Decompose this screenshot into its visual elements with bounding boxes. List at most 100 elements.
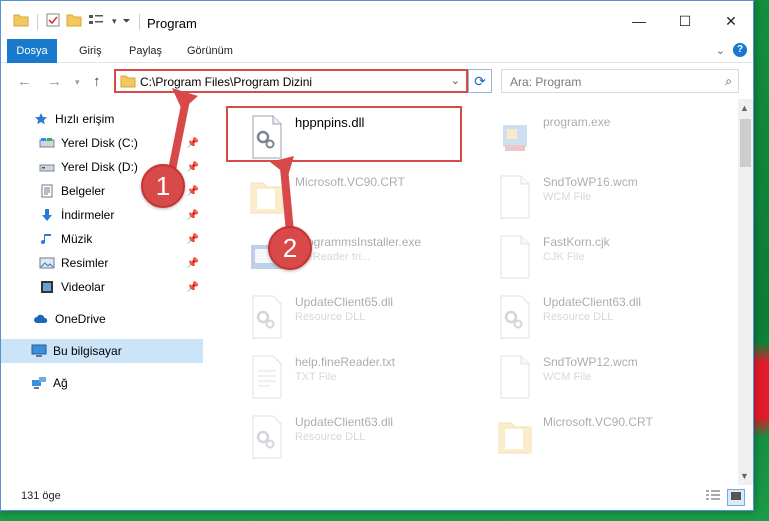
sidebar-item-pictures[interactable]: Resimler 📌 [1, 251, 203, 275]
video-icon [39, 279, 55, 295]
file-name: UpdateClient63.dll [295, 415, 394, 429]
recent-locations-icon[interactable]: ▾ [75, 77, 80, 88]
sidebar-item-downloads[interactable]: İndirmeler 📌 [1, 203, 203, 227]
file-name: SndToWP12.wcm [543, 355, 638, 369]
address-path[interactable]: C:\Program Files\Program Dizini [140, 75, 312, 89]
chevron-down-icon[interactable]: ⌄ [451, 74, 460, 87]
folder-icon [120, 74, 136, 91]
sidebar-item-label: Müzik [61, 232, 93, 246]
pin-icon[interactable]: 📌 [187, 210, 199, 221]
pin-icon[interactable]: 📌 [187, 138, 199, 149]
item-count: 131 öge [21, 490, 61, 502]
folder-icon[interactable] [13, 13, 29, 30]
properties-icon[interactable] [46, 13, 60, 30]
maximize-button[interactable]: ☐ [663, 7, 707, 35]
customize-toolbar-icon[interactable]: ⏷ [123, 16, 131, 27]
dll-gear-icon [249, 295, 285, 339]
sidebar-item-music[interactable]: Müzik 📌 [1, 227, 203, 251]
file-type: WCM File [543, 191, 592, 203]
file-item-updateclient63-b[interactable]: UpdateClient63.dll Resource DLL [227, 407, 467, 463]
sidebar-item-label: İndirmeler [61, 208, 115, 222]
vertical-scrollbar[interactable]: ▲ ▼ [738, 99, 753, 485]
sidebar-item-disk-c[interactable]: Yerel Disk (C:) 📌 [1, 131, 203, 155]
toolbar-separator [138, 13, 140, 30]
help-icon[interactable]: ? [733, 43, 747, 57]
scroll-up-icon[interactable]: ▲ [740, 103, 749, 113]
refresh-button[interactable]: ⟳ [468, 69, 492, 93]
search-input[interactable]: Ara: Program ⌕ [501, 69, 739, 93]
file-item-program-exe[interactable]: program.exe [475, 107, 715, 163]
sidebar-item-network[interactable]: Ağ [1, 371, 203, 395]
file-type: Resource DLL [295, 431, 366, 443]
forward-arrow-icon[interactable]: → [47, 73, 62, 90]
network-icon [31, 375, 47, 391]
sidebar-item-label: Yerel Disk (C:) [61, 136, 138, 150]
expand-ribbon-icon[interactable]: ⌄ [716, 44, 725, 57]
file-item-fastkorn[interactable]: FastKorn.cjk CJK File [475, 227, 715, 283]
sidebar-item-label: Yerel Disk (D:) [61, 160, 138, 174]
address-bar[interactable]: C:\Program Files\Program Dizini ⌄ [114, 69, 468, 93]
scroll-thumb[interactable] [740, 119, 751, 167]
tab-view[interactable]: Görünüm [179, 39, 241, 63]
title-bar: ▾ ⏷ Program — ☐ ✕ [1, 1, 753, 39]
folder-icon [497, 415, 533, 459]
documents-icon [39, 183, 55, 199]
file-name: Microsoft.VC90.CRT [295, 175, 405, 189]
music-icon [39, 231, 55, 247]
search-placeholder: Ara: Program [510, 75, 582, 89]
file-item-installer[interactable]: ProgrammsInstaller.exe fineReader tri... [227, 227, 467, 283]
tab-file[interactable]: Dosya [7, 39, 57, 63]
highlight-selected-file [226, 106, 462, 162]
sidebar-item-quick-access[interactable]: Hızlı erişim [1, 107, 203, 131]
pin-icon[interactable]: 📌 [187, 282, 199, 293]
back-arrow-icon[interactable]: ← [17, 73, 32, 90]
large-icons-view-icon[interactable] [727, 489, 745, 506]
close-button[interactable]: ✕ [709, 7, 753, 35]
file-name: help.fineReader.txt [295, 355, 396, 369]
drive-icon [39, 159, 55, 175]
minimize-button[interactable]: — [617, 7, 661, 35]
sidebar-item-videos[interactable]: Videolar 📌 [1, 275, 203, 299]
file-name: SndToWP16.wcm [543, 175, 638, 189]
annotation-badge-step-1: 1 [141, 164, 185, 208]
sidebar-item-this-pc[interactable]: Bu bilgisayar [1, 339, 203, 363]
dll-gear-icon [497, 295, 533, 339]
sidebar-item-label: Resimler [61, 256, 109, 270]
search-icon[interactable]: ⌕ [725, 74, 732, 89]
tab-share[interactable]: Paylaş [121, 39, 170, 63]
tab-home[interactable]: Giriş [71, 39, 110, 63]
file-item-updateclient63[interactable]: UpdateClient63.dll Resource DLL [475, 287, 715, 343]
file-item-sndtowp16[interactable]: SndToWP16.wcm WCM File [475, 167, 715, 223]
sidebar-item-label: Hızlı erişim [55, 112, 115, 126]
scroll-down-icon[interactable]: ▼ [740, 471, 749, 481]
up-arrow-icon[interactable]: ↑ [93, 73, 101, 90]
new-folder-icon[interactable] [66, 13, 82, 30]
file-type: Resource DLL [295, 311, 366, 323]
explorer-window: ▾ ⏷ Program — ☐ ✕ Dosya Giriş Paylaş Gör… [0, 0, 754, 511]
file-type: TXT File [295, 371, 337, 383]
file-item-help-txt[interactable]: help.fineReader.txt TXT File [227, 347, 467, 403]
details-view-icon[interactable] [705, 489, 721, 506]
toolbar-separator [37, 13, 38, 30]
file-name: UpdateClient63.dll [543, 295, 642, 309]
pin-icon[interactable]: 📌 [187, 234, 199, 245]
view-switcher [705, 489, 745, 506]
dll-gear-icon [249, 415, 285, 459]
pin-icon[interactable]: 📌 [187, 186, 199, 197]
pin-icon[interactable]: 📌 [187, 162, 199, 173]
sidebar-item-label: Ağ [53, 376, 68, 390]
sidebar-item-onedrive[interactable]: OneDrive [1, 307, 203, 331]
file-item-updateclient65[interactable]: UpdateClient65.dll Resource DLL [227, 287, 467, 343]
file-item-vc90-folder[interactable]: Microsoft.VC90.CRT [227, 167, 467, 223]
chevron-down-icon[interactable]: ▾ [112, 16, 117, 27]
file-name: FastKorn.cjk [543, 235, 610, 249]
pin-icon[interactable]: 📌 [187, 258, 199, 269]
file-item-sndtowp12[interactable]: SndToWP12.wcm WCM File [475, 347, 715, 403]
star-icon [33, 111, 49, 127]
pictures-icon [39, 255, 55, 271]
file-type: WCM File [543, 371, 592, 383]
text-file-icon [249, 355, 285, 399]
file-item-vc90-folder-b[interactable]: Microsoft.VC90.CRT [475, 407, 715, 463]
window-title: Program [147, 16, 197, 31]
view-options-icon[interactable] [88, 13, 106, 30]
